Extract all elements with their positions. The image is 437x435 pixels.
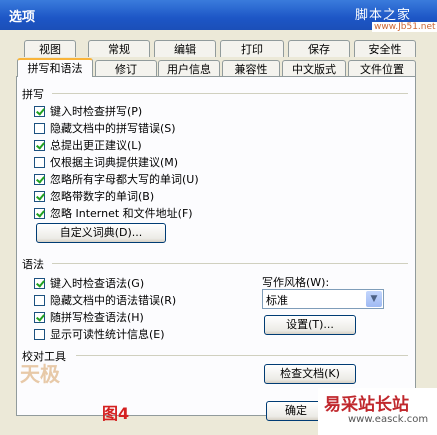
- checkbox-icon[interactable]: [34, 294, 45, 306]
- ignore-uppercase-words[interactable]: 忽略所有字母都大写的单词(U): [34, 171, 199, 187]
- tab-edit[interactable]: 编辑: [154, 40, 216, 57]
- proofing-divider: [76, 355, 408, 356]
- spelling-group-title: 拼写: [22, 88, 44, 101]
- checkbox-icon[interactable]: [34, 277, 45, 289]
- checkbox-icon[interactable]: [34, 122, 45, 134]
- checkbox-icon[interactable]: [34, 190, 45, 202]
- tab-chinese-typography[interactable]: 中文版式: [282, 60, 346, 77]
- hide-spelling-errors[interactable]: 隐藏文档中的拼写错误(S): [34, 120, 176, 136]
- custom-dictionaries-button[interactable]: 自定义词典(D)...: [36, 223, 166, 243]
- ok-button[interactable]: 确定: [266, 401, 326, 421]
- option-label: 忽略所有字母都大写的单词(U): [50, 173, 199, 186]
- option-label: 随拼写检查语法(H): [50, 311, 144, 324]
- writing-style-label: 写作风格(W):: [262, 276, 330, 289]
- tianji-logo: 天极: [20, 362, 60, 386]
- spelling-divider: [52, 93, 408, 94]
- show-readability-statistics[interactable]: 显示可读性统计信息(E): [34, 326, 165, 342]
- hide-grammar-errors[interactable]: 隐藏文档中的语法错误(R): [34, 292, 176, 308]
- checkbox-icon[interactable]: [34, 105, 45, 117]
- chevron-down-icon[interactable]: ▼: [366, 291, 382, 307]
- checkbox-icon[interactable]: [34, 311, 45, 323]
- title-bar[interactable]: 选项 脚本之家 www.Jb51.net: [0, 0, 437, 32]
- tab-general[interactable]: 常规: [88, 40, 150, 57]
- tab-track-changes[interactable]: 修订: [95, 60, 157, 77]
- checkbox-icon[interactable]: [34, 156, 45, 168]
- tab-file-locations[interactable]: 文件位置: [348, 60, 416, 77]
- option-label: 键入时检查语法(G): [50, 277, 145, 290]
- tab-save[interactable]: 保存: [288, 40, 350, 57]
- option-label: 隐藏文档中的拼写错误(S): [50, 122, 176, 135]
- writing-style-value: 标准: [266, 294, 288, 307]
- easck-logo: 易采站长站 www.easck.com: [318, 388, 437, 435]
- watermark-url: www.Jb51.net: [372, 22, 437, 32]
- grammar-divider: [52, 263, 408, 264]
- easck-logo-title: 易采站长站: [324, 395, 409, 415]
- checkbox-icon[interactable]: [34, 139, 45, 151]
- suggest-from-main-dictionary[interactable]: 仅根据主词典提供建议(M): [34, 154, 178, 170]
- writing-style-select[interactable]: 标准 ▼: [262, 289, 384, 309]
- check-document-button[interactable]: 检查文档(K): [264, 364, 356, 384]
- grammar-settings-button[interactable]: 设置(T)...: [264, 315, 356, 335]
- tab-spelling-grammar[interactable]: 拼写和语法: [17, 58, 93, 77]
- check-grammar-as-you-type[interactable]: 键入时检查语法(G): [34, 275, 144, 291]
- tab-print[interactable]: 打印: [220, 40, 284, 57]
- checkbox-icon[interactable]: [34, 207, 45, 219]
- option-label: 忽略 Internet 和文件地址(F): [50, 207, 193, 220]
- tab-compatibility[interactable]: 兼容性: [222, 60, 280, 77]
- window-title: 选项: [9, 10, 36, 25]
- option-label: 总提出更正建议(L): [50, 139, 142, 152]
- option-label: 显示可读性统计信息(E): [50, 328, 165, 341]
- option-label: 仅根据主词典提供建议(M): [50, 156, 179, 169]
- tab-user-info[interactable]: 用户信息: [158, 60, 220, 77]
- checkbox-icon[interactable]: [34, 328, 45, 340]
- easck-logo-url: www.easck.com: [348, 414, 429, 425]
- tab-security[interactable]: 安全性: [354, 40, 416, 57]
- tab-view[interactable]: 视图: [24, 40, 76, 57]
- option-label: 隐藏文档中的语法错误(R): [50, 294, 177, 307]
- always-suggest-corrections[interactable]: 总提出更正建议(L): [34, 137, 142, 153]
- grammar-group-title: 语法: [22, 258, 44, 271]
- option-label: 键入时检查拼写(P): [50, 105, 143, 118]
- figure-caption: 图4: [102, 404, 130, 423]
- checkbox-icon[interactable]: [34, 173, 45, 185]
- watermark-top: 脚本之家: [355, 8, 412, 23]
- check-spelling-as-you-type[interactable]: 键入时检查拼写(P): [34, 103, 142, 119]
- check-grammar-with-spelling[interactable]: 随拼写检查语法(H): [34, 309, 144, 325]
- ignore-internet-addresses[interactable]: 忽略 Internet 和文件地址(F): [34, 205, 193, 221]
- ignore-words-with-numbers[interactable]: 忽略带数字的单词(B): [34, 188, 154, 204]
- option-label: 忽略带数字的单词(B): [50, 190, 155, 203]
